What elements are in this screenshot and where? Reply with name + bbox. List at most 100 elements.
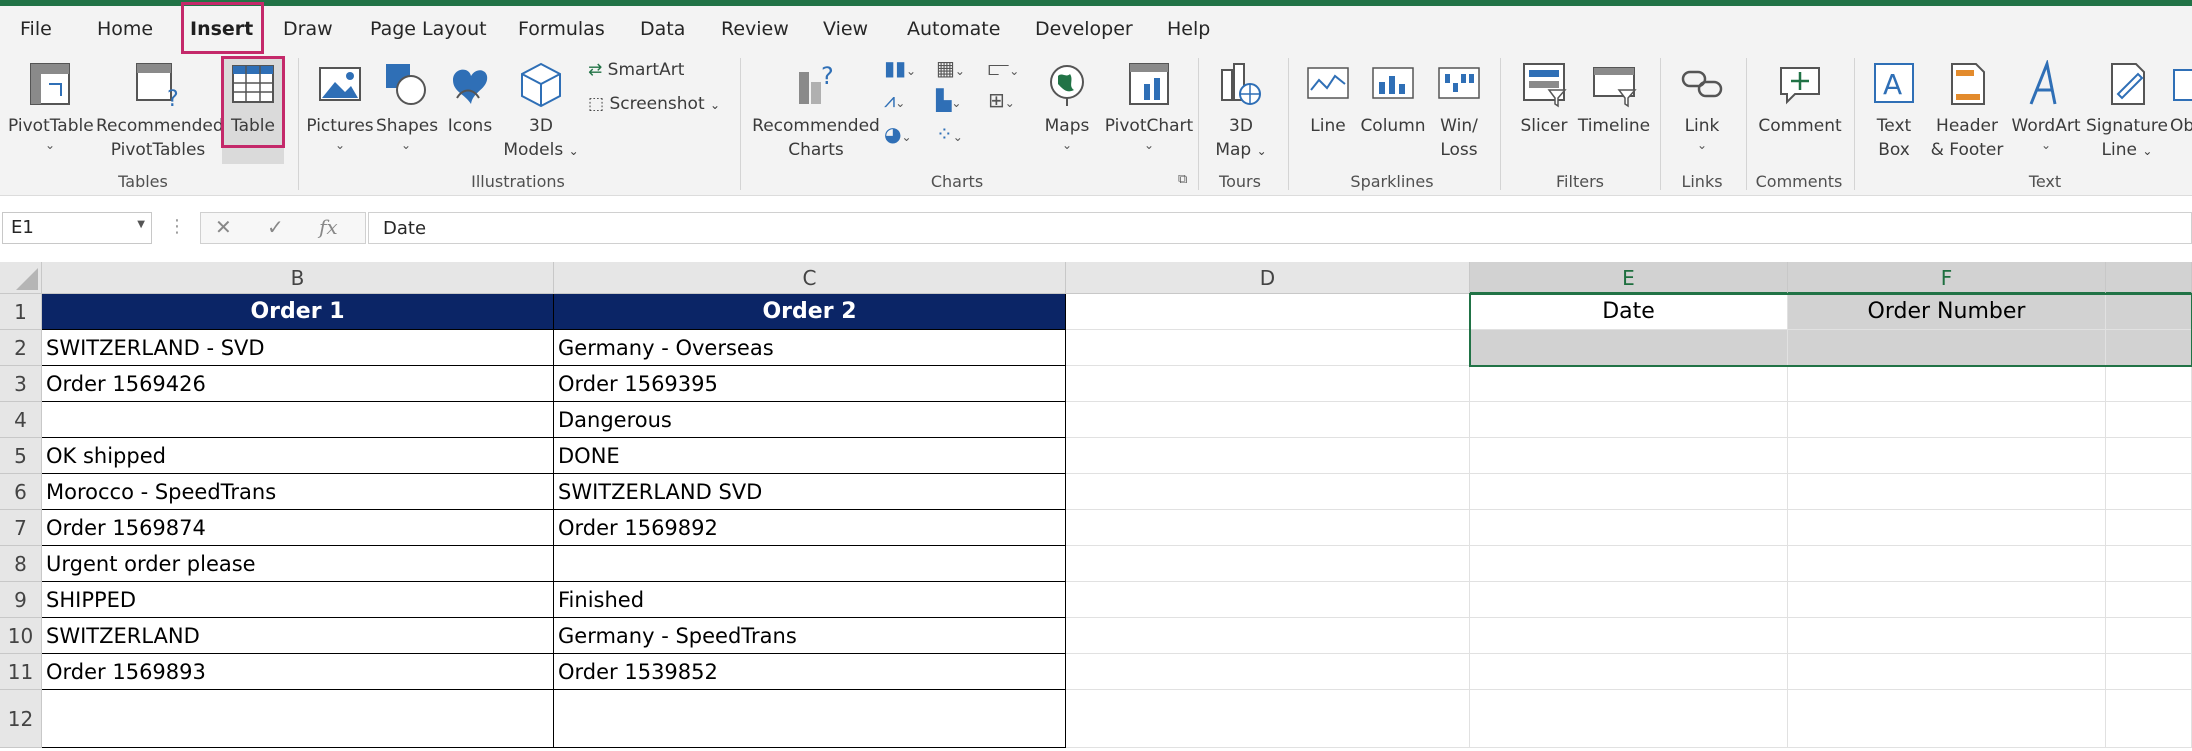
row-header-3[interactable]: 3 [0, 366, 42, 402]
cell-c12[interactable] [554, 690, 1066, 748]
row-header-1[interactable]: 1 [0, 294, 42, 330]
cell-b3[interactable]: Order 1569426 [42, 366, 554, 402]
tab-data[interactable]: Data [640, 18, 685, 40]
insert-function-icon[interactable]: fx [319, 215, 338, 239]
row-header-11[interactable]: 11 [0, 654, 42, 690]
column-header-g[interactable] [2106, 262, 2192, 294]
column-header-b[interactable]: B [42, 262, 554, 294]
cell-d9[interactable] [1066, 582, 1470, 618]
cell-d3[interactable] [1066, 366, 1470, 402]
pivottable-button[interactable]: PivotTable ⌄ [8, 60, 94, 152]
cancel-icon[interactable]: ✕ [215, 215, 232, 239]
cell-e8[interactable] [1470, 546, 1788, 582]
tab-developer[interactable]: Developer [1035, 18, 1133, 40]
cell-b12[interactable] [42, 690, 554, 748]
cell-c9[interactable]: Finished [554, 582, 1066, 618]
link-button[interactable]: Link ⌄ [1670, 60, 1734, 152]
screenshot-button[interactable]: ⬚ Screenshot ⌄ [588, 94, 720, 114]
column-header-f[interactable]: F [1788, 262, 2106, 294]
cell-b10[interactable]: SWITZERLAND [42, 618, 554, 654]
cell-c5[interactable]: DONE [554, 438, 1066, 474]
cell-b8[interactable]: Urgent order please [42, 546, 554, 582]
cell-g9[interactable] [2106, 582, 2192, 618]
icons-button[interactable]: Icons [442, 60, 498, 138]
timeline-button[interactable]: Timeline [1576, 60, 1652, 138]
cell-f5[interactable] [1788, 438, 2106, 474]
cell-d4[interactable] [1066, 402, 1470, 438]
tab-formulas[interactable]: Formulas [518, 18, 605, 40]
cell-g6[interactable] [2106, 474, 2192, 510]
cell-e12[interactable] [1470, 690, 1788, 748]
scatter-chart-button[interactable]: ⁘⌄ [936, 122, 963, 146]
tab-review[interactable]: Review [721, 18, 789, 40]
cell-f12[interactable] [1788, 690, 2106, 748]
text-box-button[interactable]: A Text Box [1866, 60, 1922, 162]
cell-d11[interactable] [1066, 654, 1470, 690]
waterfall-chart-button[interactable]: ⫍⌄ [988, 56, 1019, 80]
cell-c6[interactable]: SWITZERLAND SVD [554, 474, 1066, 510]
hierarchy-chart-button[interactable]: ▦⌄ [936, 56, 965, 80]
cell-e6[interactable] [1470, 474, 1788, 510]
row-header-8[interactable]: 8 [0, 546, 42, 582]
tab-help[interactable]: Help [1167, 18, 1210, 40]
cell-g8[interactable] [2106, 546, 2192, 582]
row-header-2[interactable]: 2 [0, 330, 42, 366]
cell-g11[interactable] [2106, 654, 2192, 690]
wordart-button[interactable]: WordArt ⌄ [2010, 60, 2082, 152]
3d-models-button[interactable]: 3D Models ⌄ [502, 60, 580, 163]
cell-f10[interactable] [1788, 618, 2106, 654]
row-header-4[interactable]: 4 [0, 402, 42, 438]
cell-b9[interactable]: SHIPPED [42, 582, 554, 618]
cell-f9[interactable] [1788, 582, 2106, 618]
line-chart-button[interactable]: ⩘⌄ [884, 88, 905, 112]
tab-file[interactable]: File [20, 18, 52, 40]
cell-b11[interactable]: Order 1569893 [42, 654, 554, 690]
tab-home[interactable]: Home [97, 18, 153, 40]
cell-d12[interactable] [1066, 690, 1470, 748]
cell-e11[interactable] [1470, 654, 1788, 690]
tab-draw[interactable]: Draw [283, 18, 333, 40]
comment-button[interactable]: Comment [1756, 60, 1844, 138]
row-header-9[interactable]: 9 [0, 582, 42, 618]
shapes-button[interactable]: Shapes ⌄ [376, 60, 438, 152]
formula-input[interactable]: Date [368, 212, 2192, 244]
cell-e9[interactable] [1470, 582, 1788, 618]
row-header-6[interactable]: 6 [0, 474, 42, 510]
cell-c8[interactable] [554, 546, 1066, 582]
tab-view[interactable]: View [823, 18, 868, 40]
tab-automate[interactable]: Automate [907, 18, 1000, 40]
sparkline-winloss-button[interactable]: Win/ Loss [1430, 60, 1488, 162]
cell-d1[interactable] [1066, 294, 1470, 330]
chevron-down-icon[interactable]: ▼ [137, 219, 145, 230]
enter-icon[interactable]: ✓ [267, 215, 284, 239]
cell-f11[interactable] [1788, 654, 2106, 690]
pie-chart-button[interactable]: ◕⌄ [884, 122, 912, 146]
sparkline-line-button[interactable]: Line [1300, 60, 1356, 138]
cell-e4[interactable] [1470, 402, 1788, 438]
cell-c1[interactable]: Order 2 [554, 294, 1066, 330]
cell-c4[interactable]: Dangerous [554, 402, 1066, 438]
cell-f6[interactable] [1788, 474, 2106, 510]
row-header-12[interactable]: 12 [0, 690, 42, 748]
cell-b2[interactable]: SWITZERLAND - SVD [42, 330, 554, 366]
cell-b1[interactable]: Order 1 [42, 294, 554, 330]
cell-c3[interactable]: Order 1569395 [554, 366, 1066, 402]
pivotchart-button[interactable]: PivotChart ⌄ [1102, 60, 1196, 152]
row-header-10[interactable]: 10 [0, 618, 42, 654]
smartart-button[interactable]: ⇄ SmartArt [588, 60, 684, 80]
cell-g12[interactable] [2106, 690, 2192, 748]
more-options-icon[interactable]: ⋮ [168, 216, 186, 237]
cell-b6[interactable]: Morocco - SpeedTrans [42, 474, 554, 510]
name-box[interactable]: E1 ▼ [2, 212, 152, 244]
cell-g5[interactable] [2106, 438, 2192, 474]
column-header-e[interactable]: E [1470, 262, 1788, 294]
cell-b5[interactable]: OK shipped [42, 438, 554, 474]
cell-g7[interactable] [2106, 510, 2192, 546]
cell-b7[interactable]: Order 1569874 [42, 510, 554, 546]
cell-d5[interactable] [1066, 438, 1470, 474]
combo-chart-button[interactable]: ⊞⌄ [988, 88, 1015, 112]
pictures-button[interactable]: Pictures ⌄ [306, 60, 374, 152]
row-header-7[interactable]: 7 [0, 510, 42, 546]
select-all-button[interactable] [0, 262, 42, 294]
cell-e10[interactable] [1470, 618, 1788, 654]
